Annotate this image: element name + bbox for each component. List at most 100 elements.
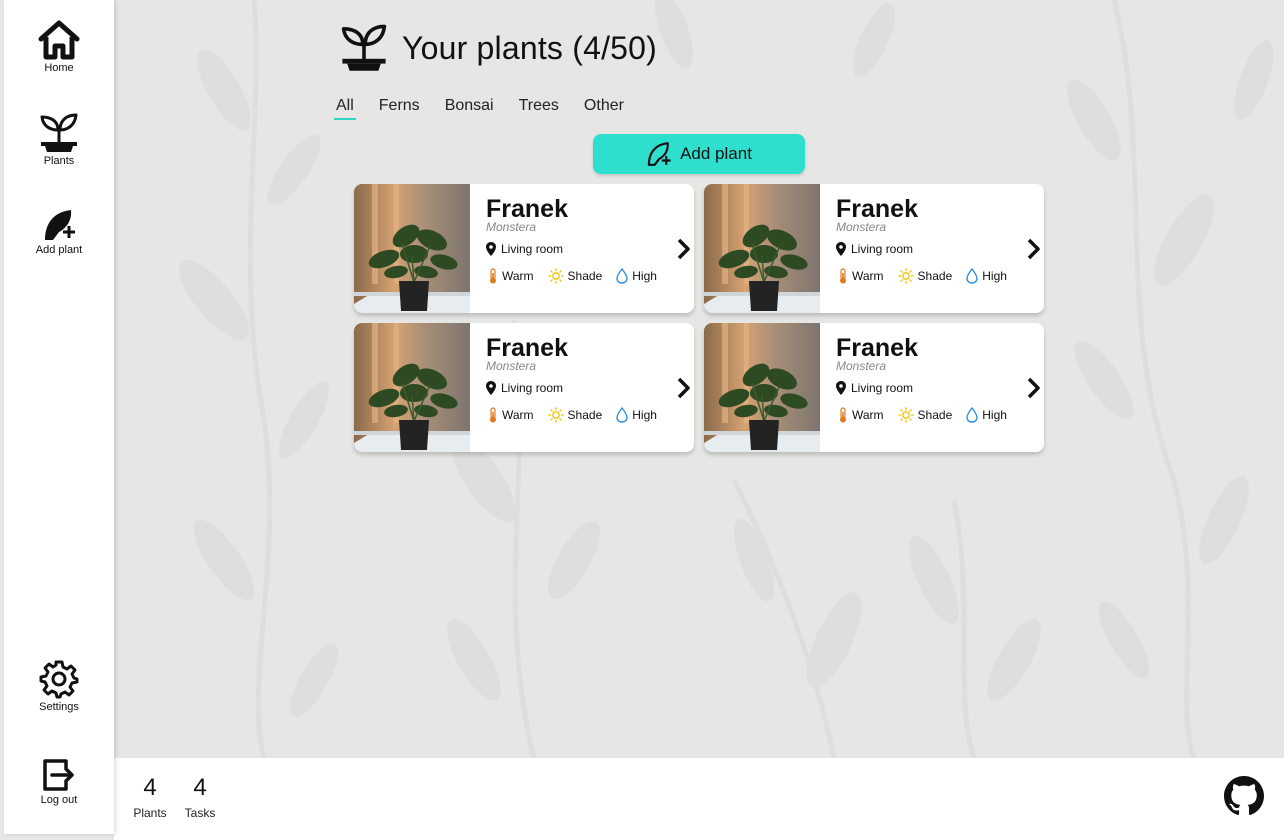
leaf-add-icon: [647, 142, 671, 166]
water-drop-icon: [966, 407, 978, 423]
chevron-right-icon[interactable]: [1026, 377, 1042, 399]
github-icon[interactable]: [1224, 776, 1264, 816]
plant-species: Monstera: [486, 359, 537, 373]
plant-photo: [354, 184, 470, 313]
humidity-text: High: [982, 269, 1007, 283]
light-text: Shade: [567, 269, 603, 283]
plants-count: 4: [143, 774, 157, 801]
plant-location: Living room: [486, 381, 563, 395]
plant-species: Monstera: [836, 220, 887, 234]
temperature-attr: Warm: [488, 268, 534, 284]
add-plant-button-label: Add plant: [680, 144, 752, 163]
location-pin-icon: [486, 381, 496, 395]
plant-location-text: Living room: [851, 381, 914, 395]
plant-location-text: Living room: [501, 242, 564, 256]
gear-icon: [39, 660, 79, 699]
plants-count-label: Plants: [133, 806, 167, 820]
bottom-bar: 4 Plants 4 Tasks: [114, 758, 1284, 840]
plant-attributes: Warm Shade High: [838, 407, 1021, 423]
light-text: Shade: [917, 408, 953, 422]
plant-location-text: Living room: [851, 242, 914, 256]
light-text: Shade: [567, 408, 603, 422]
sidebar-item-settings[interactable]: Settings: [4, 659, 114, 713]
humidity-text: High: [982, 408, 1007, 422]
plant-card[interactable]: Franek Monstera Living room Warm Shade H…: [354, 184, 694, 313]
plant-photo: [354, 323, 470, 452]
plants-stat: 4 Plants: [133, 774, 167, 820]
chevron-right-icon[interactable]: [676, 238, 692, 260]
water-drop-icon: [616, 407, 628, 423]
tab-other[interactable]: Other: [582, 96, 626, 119]
temperature-text: Warm: [502, 408, 534, 422]
home-icon: [38, 20, 80, 60]
sidebar-item-label: Log out: [40, 794, 78, 806]
plant-attributes: Warm Shade High: [838, 268, 1021, 284]
sprout-icon: [40, 113, 78, 152]
plant-location: Living room: [836, 242, 913, 256]
sun-icon: [547, 407, 564, 423]
page-header: Your plants (4/50): [338, 24, 657, 72]
sidebar: Home Plants Add plant Settings Log out: [4, 0, 114, 834]
temperature-text: Warm: [502, 269, 534, 283]
humidity-text: High: [632, 269, 657, 283]
plant-location: Living room: [486, 242, 563, 256]
tasks-count-label: Tasks: [184, 806, 216, 820]
plant-attributes: Warm Shade High: [488, 407, 671, 423]
tab-all[interactable]: All: [334, 96, 356, 120]
chevron-right-icon[interactable]: [1026, 238, 1042, 260]
humidity-attr: High: [616, 407, 657, 423]
sidebar-item-label: Home: [44, 62, 74, 74]
location-pin-icon: [836, 381, 846, 395]
sidebar-item-add-plant[interactable]: Add plant: [4, 208, 114, 256]
location-pin-icon: [836, 242, 846, 256]
thermometer-icon: [490, 407, 496, 423]
plant-photo: [704, 323, 820, 452]
thermometer-icon: [490, 268, 496, 284]
water-drop-icon: [616, 268, 628, 284]
temperature-attr: Warm: [488, 407, 534, 423]
light-text: Shade: [917, 269, 953, 283]
temperature-text: Warm: [852, 269, 884, 283]
plant-species: Monstera: [486, 220, 537, 234]
temperature-attr: Warm: [838, 407, 884, 423]
sun-icon: [547, 268, 564, 284]
sidebar-item-home[interactable]: Home: [4, 20, 114, 74]
plant-species: Monstera: [836, 359, 887, 373]
plant-card[interactable]: Franek Monstera Living room Warm Shade H…: [354, 323, 694, 452]
tab-bonsai[interactable]: Bonsai: [443, 96, 496, 119]
light-attr: Shade: [897, 268, 953, 284]
plant-card[interactable]: Franek Monstera Living room Warm Shade H…: [704, 323, 1044, 452]
chevron-right-icon[interactable]: [676, 377, 692, 399]
water-drop-icon: [966, 268, 978, 284]
thermometer-icon: [840, 407, 846, 423]
sun-icon: [897, 268, 914, 284]
tab-trees[interactable]: Trees: [517, 96, 561, 119]
leaf-add-icon: [45, 210, 75, 240]
add-plant-button[interactable]: Add plant: [593, 134, 805, 174]
background-leaf-pattern: [114, 0, 1284, 758]
humidity-attr: High: [616, 268, 657, 284]
location-pin-icon: [486, 242, 496, 256]
plant-photo: [704, 184, 820, 313]
thermometer-icon: [840, 268, 846, 284]
tasks-stat: 4 Tasks: [184, 774, 216, 820]
light-attr: Shade: [547, 268, 603, 284]
light-attr: Shade: [547, 407, 603, 423]
plant-location-text: Living room: [501, 381, 564, 395]
sidebar-item-label: Add plant: [35, 244, 83, 256]
light-attr: Shade: [897, 407, 953, 423]
sun-icon: [897, 407, 914, 423]
tab-ferns[interactable]: Ferns: [377, 96, 422, 119]
sidebar-item-plants[interactable]: Plants: [4, 113, 114, 167]
sidebar-item-label: Plants: [43, 155, 75, 167]
temperature-text: Warm: [852, 408, 884, 422]
plant-attributes: Warm Shade High: [488, 268, 671, 284]
category-tabs: All Ferns Bonsai Trees Other: [334, 96, 647, 120]
plant-card[interactable]: Franek Monstera Living room Warm Shade H…: [704, 184, 1044, 313]
temperature-attr: Warm: [838, 268, 884, 284]
humidity-attr: High: [966, 268, 1007, 284]
logout-icon: [43, 759, 74, 791]
sidebar-item-log-out[interactable]: Log out: [4, 758, 114, 806]
sidebar-item-label: Settings: [39, 701, 79, 713]
page-title: Your plants (4/50): [402, 29, 658, 66]
